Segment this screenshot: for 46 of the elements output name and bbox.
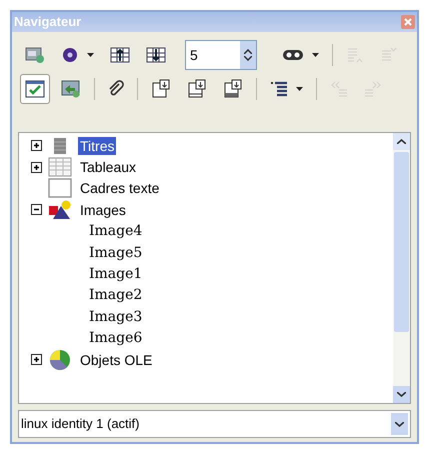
shapes-icon xyxy=(48,200,72,220)
scroll-thumb[interactable] xyxy=(394,152,409,332)
scrollbar[interactable] xyxy=(393,133,410,403)
table-up-icon xyxy=(110,46,130,64)
tree-item-label[interactable]: Image2 xyxy=(87,286,144,304)
expand-icon[interactable] xyxy=(31,162,42,173)
table-down-icon xyxy=(146,46,166,64)
headings-icon xyxy=(53,136,67,155)
pie-chart-icon xyxy=(49,348,71,371)
tree-item-label[interactable]: Cadres texte xyxy=(78,179,162,198)
tree-item-label[interactable]: Objets OLE xyxy=(78,350,154,369)
expand-icon[interactable] xyxy=(31,354,42,366)
caret-icon xyxy=(312,53,319,57)
circle-icon xyxy=(61,46,79,64)
tree-item-label[interactable]: Titres xyxy=(78,136,116,155)
navigator-icon xyxy=(25,46,45,64)
frame-icon xyxy=(48,178,72,198)
page-insert-icon xyxy=(151,79,171,99)
caret-icon xyxy=(87,53,94,57)
paperclip-icon xyxy=(108,80,124,98)
lines-up-icon xyxy=(346,46,364,64)
close-icon xyxy=(404,18,412,26)
tree-item-label[interactable]: Image3 xyxy=(87,308,144,326)
tree-item-label[interactable]: Image6 xyxy=(87,329,144,348)
scroll-down-button[interactable] xyxy=(393,386,410,403)
tree-item-label[interactable]: Images xyxy=(78,200,128,219)
checkmark-window-icon xyxy=(25,80,45,98)
tree-item-label[interactable]: Image5 xyxy=(87,244,144,262)
tree-item-label[interactable]: Image4 xyxy=(87,222,144,240)
caret-icon xyxy=(296,87,303,91)
collapse-icon[interactable] xyxy=(31,204,42,216)
page-insert-icon xyxy=(223,79,243,99)
table-icon xyxy=(48,157,72,178)
tree-item-label[interactable]: Tableaux xyxy=(78,158,138,176)
heading-levels-icon xyxy=(270,80,288,98)
number-spinner[interactable]: 5 xyxy=(185,40,257,70)
toolbar-button[interactable] xyxy=(20,74,50,104)
chain-link-icon xyxy=(282,48,304,62)
document-select[interactable]: linux identity 1 (actif) xyxy=(18,410,411,438)
scroll-up-button[interactable] xyxy=(393,133,410,150)
demote-icon xyxy=(364,80,382,98)
page-insert-icon xyxy=(187,79,207,99)
window-title: Navigateur xyxy=(14,13,82,32)
tree-item-label[interactable]: Image1 xyxy=(87,265,144,284)
promote-icon xyxy=(330,80,348,98)
expand-icon[interactable] xyxy=(31,140,42,152)
